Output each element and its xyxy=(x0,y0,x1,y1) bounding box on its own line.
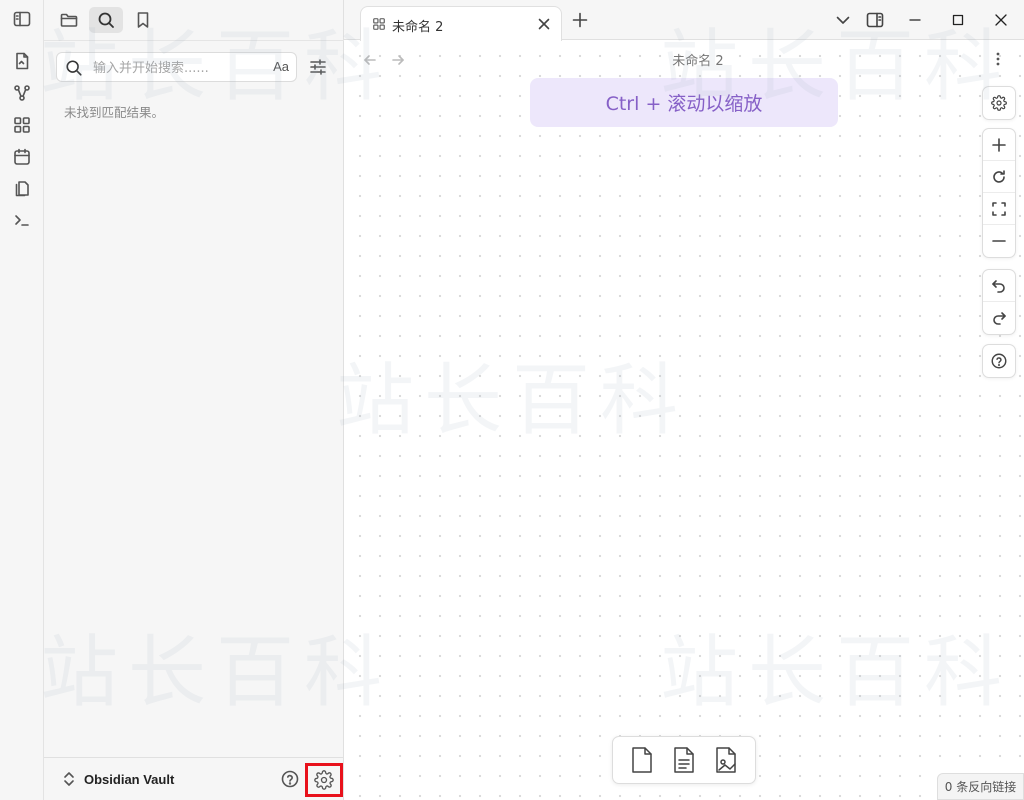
view-title[interactable]: 未命名 2 xyxy=(344,50,1024,69)
daily-note-calendar-icon[interactable] xyxy=(10,145,34,169)
canvas-workspace[interactable]: 未命名 2 未命名 2 Ctrl + 滚动以缩放 0 条反向链接 xyxy=(344,0,1024,800)
settings-button[interactable] xyxy=(305,763,343,797)
close-icon[interactable] xyxy=(536,16,552,32)
minimize-icon[interactable] xyxy=(905,10,925,30)
tab-list-chevron-down-icon[interactable] xyxy=(835,12,851,28)
canvas-icon[interactable] xyxy=(10,113,34,137)
right-sidebar-toggle-icon[interactable] xyxy=(865,10,885,30)
search-input[interactable] xyxy=(93,58,253,78)
search-icon xyxy=(65,59,83,77)
search-settings-button[interactable] xyxy=(306,55,330,79)
canvas-help-group xyxy=(982,344,1016,378)
templates-copy-icon[interactable] xyxy=(10,176,34,200)
sliders-icon xyxy=(310,59,326,75)
canvas-add-toolbar xyxy=(612,736,756,784)
add-note-document-icon[interactable] xyxy=(668,743,700,777)
sidebar-divider xyxy=(44,40,344,41)
history-controls-group xyxy=(982,269,1016,335)
new-tab-plus-icon[interactable] xyxy=(572,12,588,28)
add-card-file-icon[interactable] xyxy=(626,743,658,777)
view-header: 未命名 2 xyxy=(344,41,1024,77)
gear-icon xyxy=(314,770,334,790)
canvas-settings-group xyxy=(982,86,1016,120)
graph-view-icon[interactable] xyxy=(10,81,34,105)
no-result-text: 未找到匹配结果。 xyxy=(64,105,165,120)
match-case-toggle[interactable]: Aa xyxy=(273,59,289,74)
zoom-out-minus-icon[interactable] xyxy=(983,225,1015,257)
reset-zoom-rotate-icon[interactable] xyxy=(983,161,1015,193)
vault-profile-bar: Obsidian Vault xyxy=(44,757,344,800)
vault-switcher-chevron-icon[interactable] xyxy=(62,771,76,787)
sidebar-tab-bar xyxy=(44,0,344,40)
zoom-in-plus-icon[interactable] xyxy=(983,129,1015,161)
zoom-to-fit-icon[interactable] xyxy=(983,193,1015,225)
quick-switcher-icon[interactable] xyxy=(10,49,34,73)
add-media-image-icon[interactable] xyxy=(710,743,742,777)
tab-label: 未命名 2 xyxy=(392,20,444,35)
window-close-icon[interactable] xyxy=(991,10,1011,30)
canvas-settings-gear-icon[interactable] xyxy=(983,87,1015,119)
more-options-icon[interactable] xyxy=(990,49,1006,69)
tab-file-explorer[interactable] xyxy=(52,7,86,33)
undo-icon[interactable] xyxy=(983,270,1015,302)
backlinks-status[interactable]: 0 条反向链接 xyxy=(937,773,1024,800)
search-icon xyxy=(98,12,114,28)
vault-name[interactable]: Obsidian Vault xyxy=(84,772,174,787)
canvas-icon xyxy=(372,17,386,31)
maximize-icon[interactable] xyxy=(948,10,968,30)
tab-untitled-2[interactable]: 未命名 2 xyxy=(360,6,562,41)
command-palette-icon[interactable] xyxy=(10,208,34,232)
zoom-controls-group xyxy=(982,128,1016,258)
canvas-help-icon[interactable] xyxy=(983,345,1015,377)
tab-bar: 未命名 2 xyxy=(344,0,1024,41)
left-sidebar: Aa 未找到匹配结果。 Obsidian Vault xyxy=(44,0,344,800)
folder-icon xyxy=(60,13,78,27)
tab-search[interactable] xyxy=(89,7,123,33)
sidebar-toggle-icon[interactable] xyxy=(10,7,34,31)
tab-bookmarks[interactable] xyxy=(126,7,160,33)
bookmark-icon xyxy=(137,12,149,28)
zoom-hint-toast: Ctrl + 滚动以缩放 xyxy=(530,78,838,127)
ribbon xyxy=(0,0,44,800)
redo-icon[interactable] xyxy=(983,302,1015,334)
search-box: Aa xyxy=(56,52,297,82)
help-icon[interactable] xyxy=(280,769,300,789)
